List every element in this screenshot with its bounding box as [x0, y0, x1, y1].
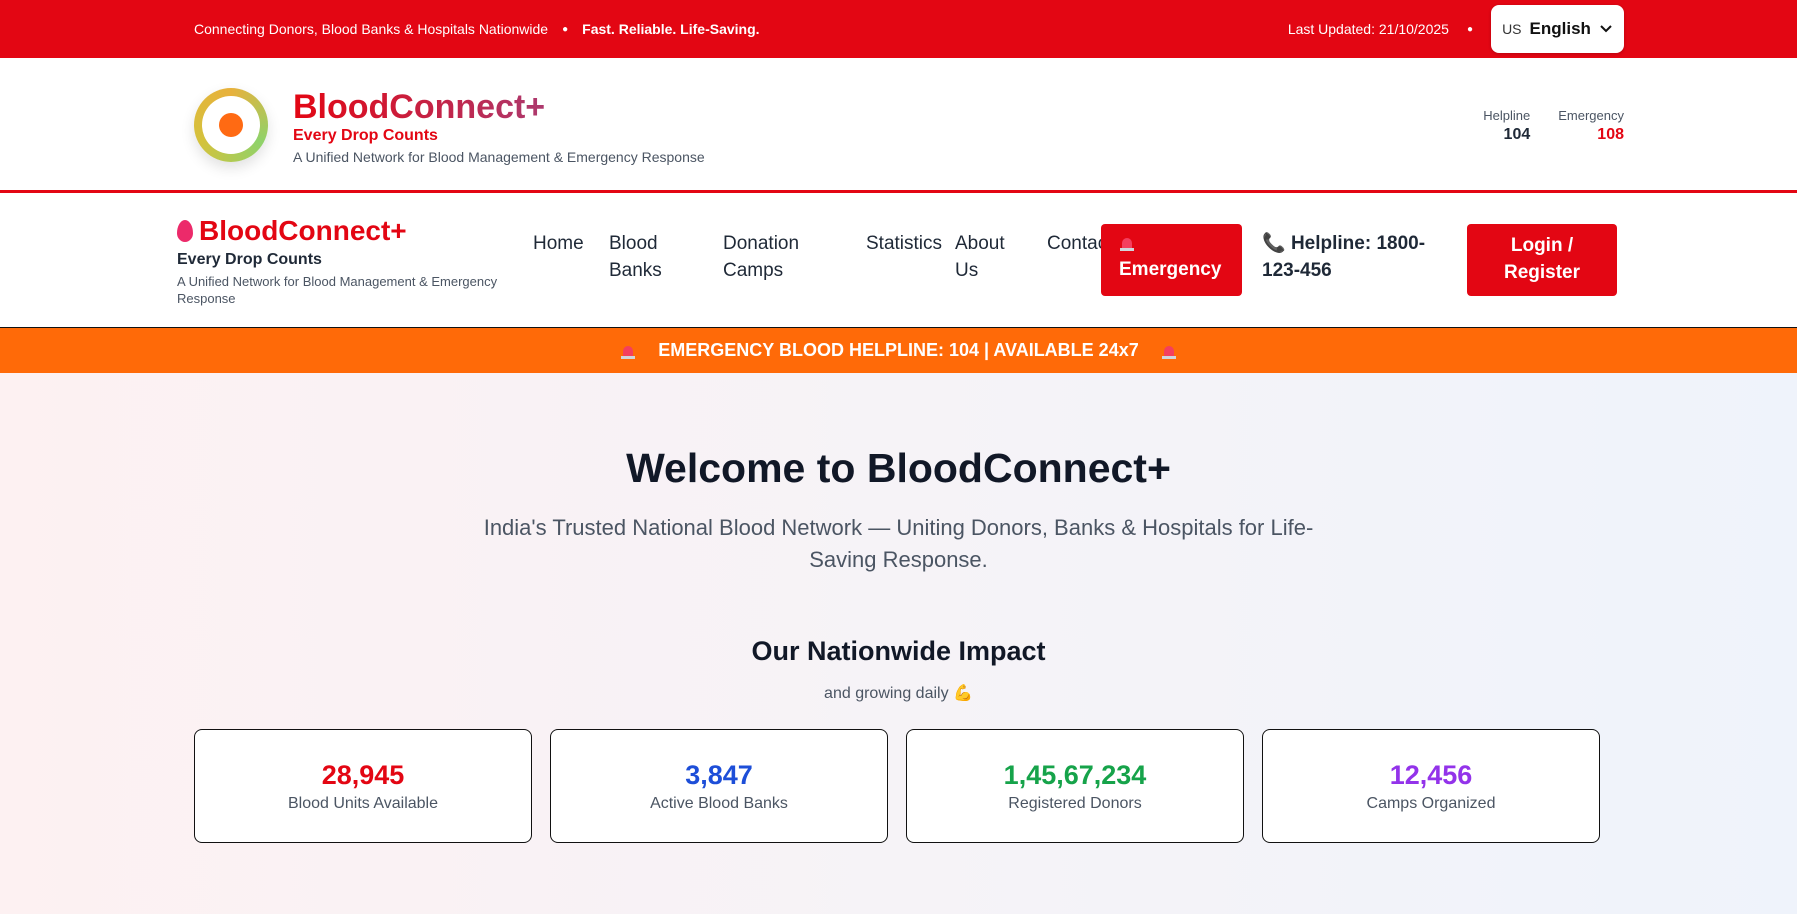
- nav-logo[interactable]: BloodConnect+ Every Drop Counts A Unifie…: [177, 215, 527, 307]
- stat-label: Active Blood Banks: [650, 794, 788, 812]
- nav-helpline-text: Helpline: 1800-123-456: [1262, 233, 1426, 281]
- nav-logo-tagline: Every Drop Counts: [177, 251, 322, 268]
- emergency-contact[interactable]: Emergency 108: [1558, 108, 1624, 144]
- nav-link-about-us[interactable]: About Us: [955, 230, 1015, 284]
- stat-card-blood-banks: 3,847 Active Blood Banks: [550, 729, 888, 843]
- nav-link-blood-banks[interactable]: Blood Banks: [609, 230, 679, 284]
- helpline-contact[interactable]: Helpline 104: [1483, 108, 1530, 144]
- blood-drop-icon: [177, 220, 193, 242]
- emergency-button[interactable]: Emergency: [1101, 224, 1242, 296]
- brand-subtitle: A Unified Network for Blood Management &…: [293, 149, 705, 165]
- stat-card-blood-units: 28,945 Blood Units Available: [194, 729, 532, 843]
- stat-label: Registered Donors: [1008, 794, 1142, 812]
- stat-value: 28,945: [321, 759, 405, 790]
- nav-link-home[interactable]: Home: [533, 230, 593, 257]
- language-selector[interactable]: US English: [1491, 5, 1624, 53]
- separator-dot: ●: [562, 23, 569, 35]
- siren-icon: [1161, 343, 1177, 359]
- brand-tagline: Every Drop Counts: [293, 127, 438, 144]
- emergency-banner-text: EMERGENCY BLOOD HELPLINE: 104 | AVAILABL…: [658, 340, 1139, 360]
- siren-icon: [620, 343, 636, 359]
- brand-header: BloodConnect+ Every Drop Counts A Unifie…: [0, 58, 1797, 193]
- top-info-bar: Connecting Donors, Blood Banks & Hospita…: [0, 0, 1797, 58]
- emergency-button-label: Emergency: [1119, 259, 1222, 280]
- hero-title: Welcome to BloodConnect+: [626, 445, 1171, 491]
- nav-logo-title: BloodConnect+: [199, 215, 407, 246]
- language-name: English: [1529, 19, 1591, 38]
- siren-icon: [1119, 235, 1135, 251]
- helpline-number: 104: [1503, 126, 1531, 143]
- brand-title: BloodConnect+: [293, 88, 705, 127]
- stat-value: 3,847: [685, 759, 753, 790]
- emergency-number: 108: [1597, 126, 1624, 143]
- motto: Fast. Reliable. Life-Saving.: [582, 21, 760, 37]
- separator-dot: ●: [1466, 23, 1473, 35]
- main-nav: BloodConnect+ Every Drop Counts A Unifie…: [0, 193, 1797, 328]
- login-register-button[interactable]: Login / Register: [1467, 224, 1617, 296]
- stat-card-donors: 1,45,67,234 Registered Donors: [906, 729, 1244, 843]
- impact-title: Our Nationwide Impact: [751, 636, 1046, 666]
- hero-lead: India's Trusted National Blood Network —…: [483, 515, 1314, 572]
- phone-icon: 📞: [1262, 233, 1286, 254]
- nav-helpline[interactable]: 📞 Helpline: 1800-123-456: [1262, 230, 1452, 284]
- nav-link-statistics[interactable]: Statistics: [866, 230, 946, 257]
- nav-link-donation-camps[interactable]: Donation Camps: [723, 230, 833, 284]
- stat-card-camps: 12,456 Camps Organized: [1262, 729, 1600, 843]
- emergency-banner: EMERGENCY BLOOD HELPLINE: 104 | AVAILABL…: [0, 328, 1797, 373]
- brand-logo[interactable]: [194, 88, 268, 162]
- stat-label: Blood Units Available: [287, 794, 439, 812]
- drop-icon: [219, 113, 243, 137]
- network-tagline: Connecting Donors, Blood Banks & Hospita…: [194, 21, 549, 37]
- emergency-label: Emergency: [1558, 108, 1624, 123]
- hero-section: Welcome to BloodConnect+ India's Trusted…: [0, 373, 1797, 914]
- stats-row: 28,945 Blood Units Available 3,847 Activ…: [194, 729, 1600, 843]
- stat-value: 1,45,67,234: [1003, 759, 1147, 790]
- flag-icon: US: [1502, 21, 1522, 37]
- last-updated: Last Updated: 21/10/2025: [1287, 21, 1449, 37]
- impact-subtitle: and growing daily 💪: [824, 685, 973, 702]
- stat-value: 12,456: [1389, 759, 1473, 790]
- helpline-label: Helpline: [1483, 108, 1531, 123]
- chevron-down-icon: [1599, 19, 1613, 39]
- nav-link-contact[interactable]: Contact: [1047, 230, 1107, 257]
- stat-label: Camps Organized: [1366, 794, 1496, 812]
- nav-logo-subtitle: A Unified Network for Blood Management &…: [177, 274, 498, 306]
